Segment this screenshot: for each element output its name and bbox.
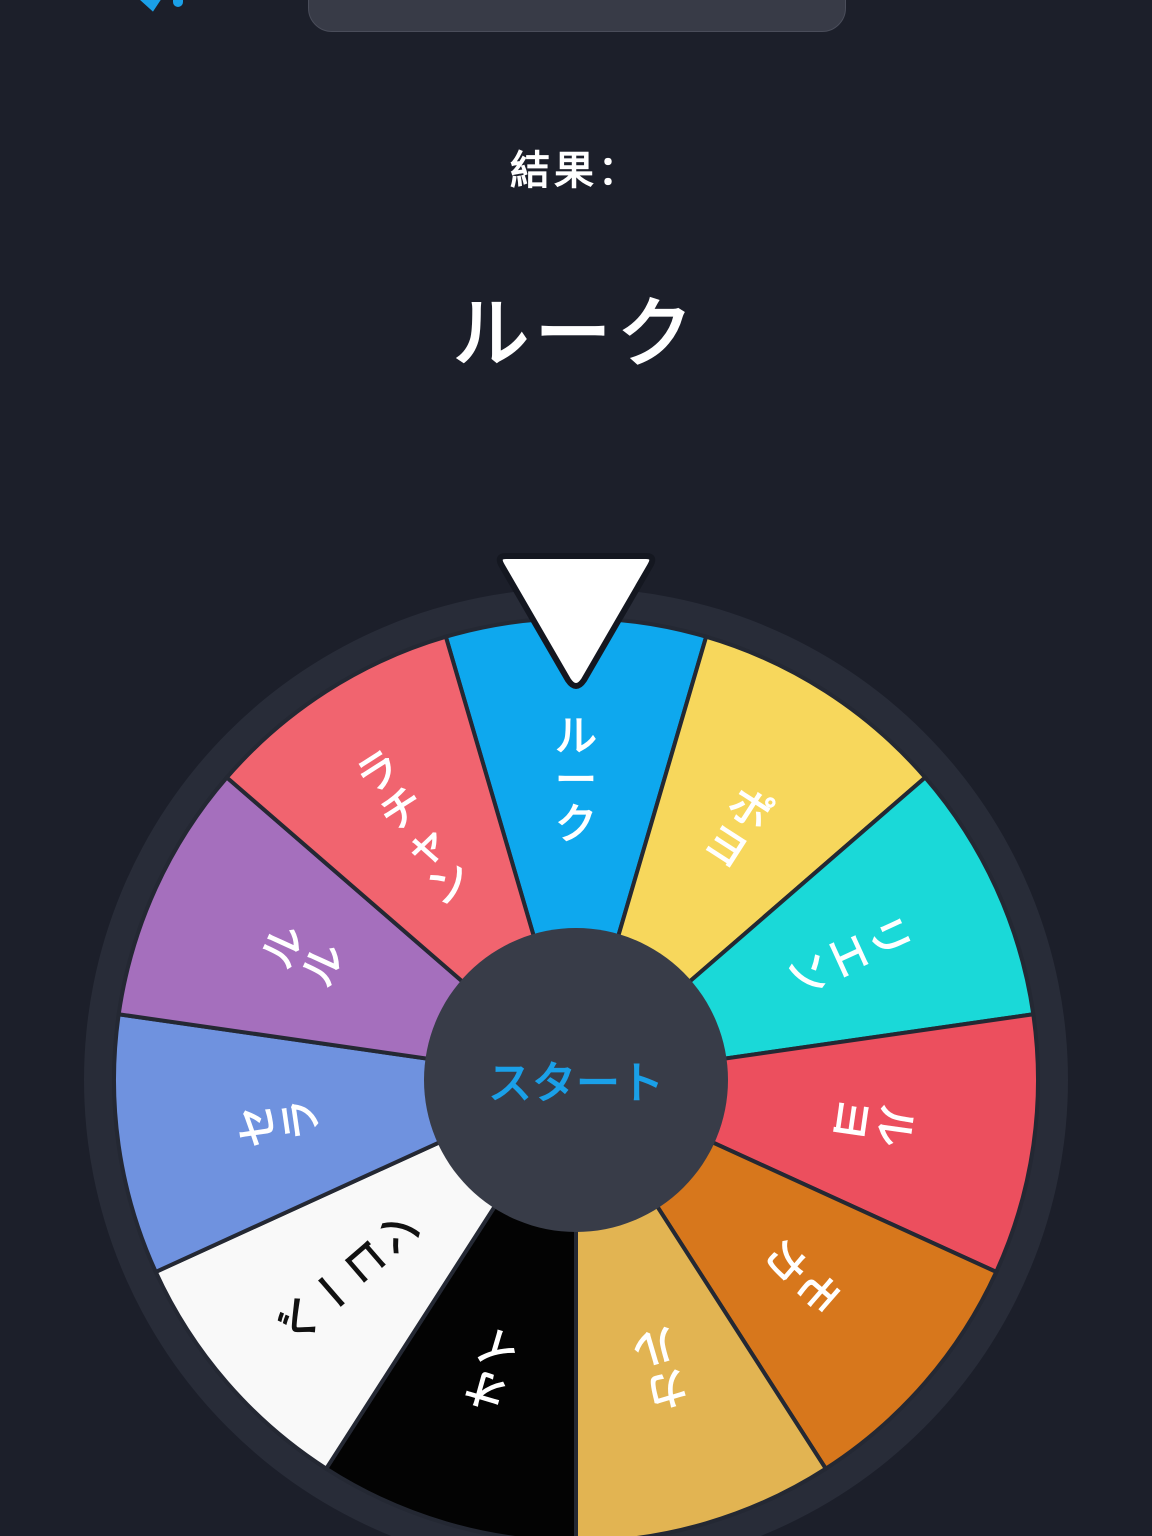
wheel-segment-label: ル (555, 712, 597, 761)
start-button-label[interactable]: スタート (488, 1058, 664, 1109)
spin-wheel[interactable]: ルーク ポヨリエンルヨモカカルオイベーコンセラルルラチャン スタート (0, 0, 1152, 1536)
wheel-segment-label: ク (555, 800, 597, 849)
wheel-segment-label: ラ (274, 1095, 328, 1144)
app-screen: 結果： ルーク ルークポヨリエンルヨモカカルオイベーコンセラルルラチャン スター… (0, 0, 1152, 1536)
wheel-segment-label: ヨ (824, 1095, 878, 1144)
wheel-segment-label: ー (555, 756, 597, 805)
